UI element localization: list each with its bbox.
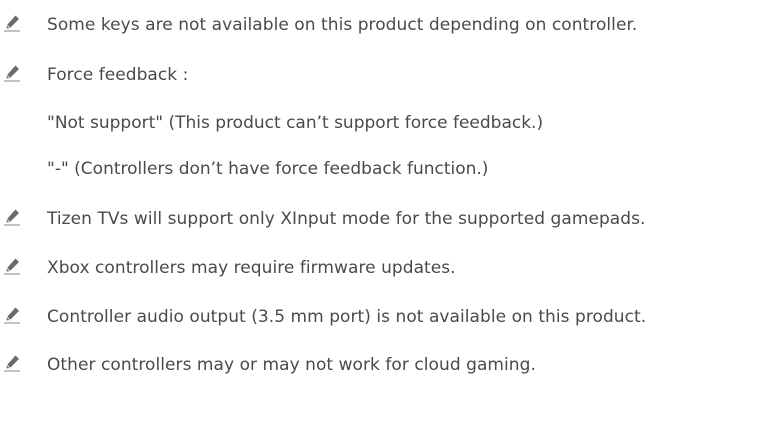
note-subtext: "-" (Controllers don’t have force feedba… [47, 159, 489, 179]
note-text: Controller audio output (3.5 mm port) is… [47, 307, 647, 327]
note-text: Tizen TVs will support only XInput mode … [47, 209, 646, 229]
pencil-note-icon [4, 258, 20, 275]
note-text: Other controllers may or may not work fo… [47, 355, 536, 375]
pencil-note-icon [4, 355, 20, 372]
note-subtext: "Not support" (This product can’t suppor… [47, 113, 544, 133]
note-text: Force feedback : [47, 65, 189, 85]
note-item: Force feedback : [0, 60, 779, 90]
note-item: Other controllers may or may not work fo… [0, 350, 779, 380]
note-item: Xbox controllers may require firmware up… [0, 253, 779, 283]
pencil-note-icon [4, 307, 20, 324]
note-text: Some keys are not available on this prod… [47, 15, 638, 35]
note-item: Controller audio output (3.5 mm port) is… [0, 302, 779, 332]
pencil-note-icon [4, 65, 20, 82]
note-item: Tizen TVs will support only XInput mode … [0, 204, 779, 234]
notes-list: Some keys are not available on this prod… [0, 0, 779, 430]
note-item: Some keys are not available on this prod… [0, 10, 779, 40]
note-text: Xbox controllers may require firmware up… [47, 258, 456, 278]
pencil-note-icon [4, 15, 20, 32]
pencil-note-icon [4, 209, 20, 226]
